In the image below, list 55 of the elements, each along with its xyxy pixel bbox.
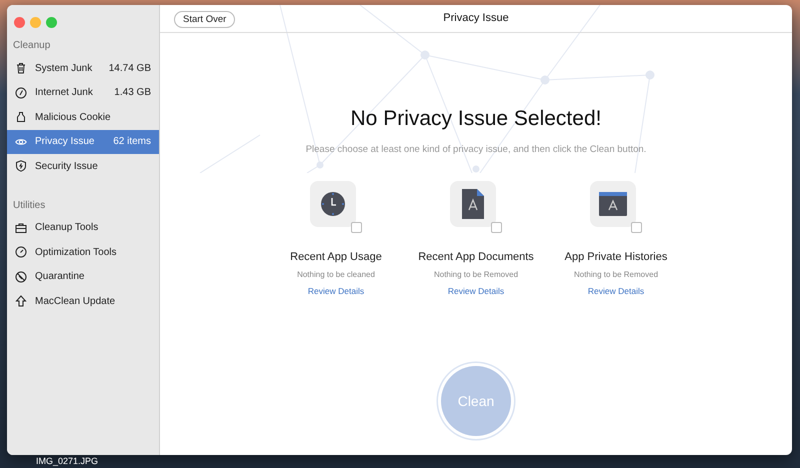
category-title: Recent App Usage [290, 250, 382, 265]
category-tile[interactable] [590, 180, 636, 227]
category-status: Nothing to be Removed [434, 269, 518, 282]
item-label: MacClean Update [35, 294, 116, 309]
trash-icon [15, 62, 27, 74]
section-heading: Utilities [12, 198, 46, 212]
item-label: Security Issue [35, 160, 99, 174]
sidebar-item[interactable]: Privacy Issue 62 items [7, 130, 159, 154]
review-details-link[interactable]: Review Details [588, 285, 644, 298]
sidebar-item[interactable]: System Junk 14.74 GB [7, 56, 159, 80]
category-status: Nothing to be Removed [574, 269, 658, 282]
subtitle: Please choose at least one kind of privacy issue, and then click the Clean button. [306, 142, 646, 156]
item-label: Internet Junk [35, 86, 94, 100]
gauge-icon [15, 246, 27, 258]
up-arrow-icon [15, 295, 27, 308]
sidebar-item[interactable]: Cleanup Tools [7, 216, 159, 240]
category-tile[interactable] [450, 180, 496, 227]
toolbox-icon [15, 222, 27, 234]
section-heading: Cleanup [12, 39, 52, 53]
clock-icon [320, 190, 346, 217]
item-label: Privacy Issue [35, 135, 96, 150]
zoom-button[interactable] [46, 17, 57, 28]
document-icon [462, 188, 484, 219]
sidebar-item[interactable]: Internet Junk 1.43 GB [7, 80, 159, 105]
item-label: Cleanup Tools [35, 221, 100, 236]
minimize-button[interactable] [30, 17, 41, 28]
sidebar-item[interactable]: Security Issue [7, 154, 159, 178]
sidebar-item[interactable]: Malicious Cookie [7, 105, 159, 130]
file-label[interactable]: IMG_0271.JPG [36, 456, 98, 467]
checkbox[interactable] [631, 222, 642, 233]
category-status: Nothing to be cleaned [297, 269, 375, 282]
folder-icon [599, 192, 627, 216]
checkbox[interactable] [491, 222, 502, 233]
sidebar-item[interactable]: Optimization Tools [7, 240, 159, 264]
item-label: Quarantine [35, 270, 86, 284]
item-label: System Junk [35, 62, 94, 76]
shield-icon [15, 160, 27, 172]
category-title: Recent App Documents [418, 250, 534, 265]
sidebar-item[interactable]: MacClean Update [7, 289, 159, 314]
compass-icon [15, 86, 27, 99]
item-label: Optimization Tools [35, 246, 118, 260]
start-over-button[interactable]: Start Over [174, 11, 236, 28]
window-title: Privacy Issue [443, 11, 509, 26]
review-details-link[interactable]: Review Details [448, 285, 504, 298]
item-label: Malicious Cookie [35, 110, 112, 125]
category-title: App Private Histories [564, 250, 668, 265]
close-button[interactable] [14, 17, 25, 28]
item-value: 14.74 GB [108, 62, 151, 76]
checkbox[interactable] [351, 222, 362, 233]
heading: No Privacy Issue Selected! [350, 106, 602, 132]
sidebar-item[interactable]: Quarantine [7, 264, 159, 289]
category-tile[interactable] [310, 180, 356, 227]
review-details-link[interactable]: Review Details [308, 285, 364, 298]
item-value: 62 items [113, 135, 151, 150]
item-value: 1.43 GB [114, 86, 151, 100]
